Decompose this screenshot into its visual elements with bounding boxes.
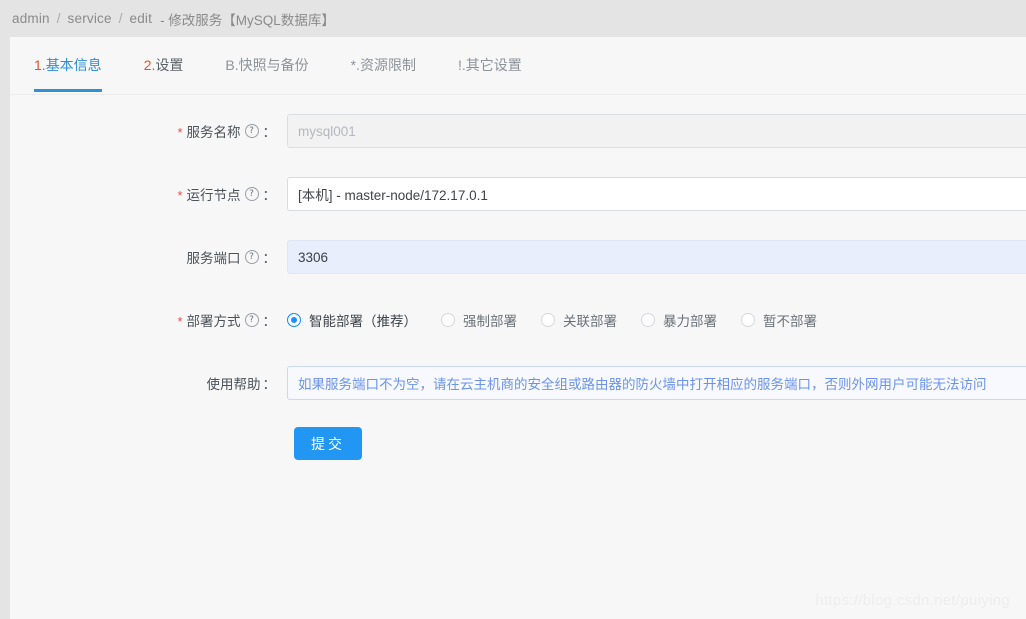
label-text: 服务名称 [186, 125, 241, 140]
radio-dot-icon [541, 313, 555, 327]
tab-bar: 1.基本信息 2.设置 B.快照与备份 *.资源限制 !.其它设置 [10, 55, 1026, 95]
label-colon: ： [262, 188, 277, 203]
submit-spacer [10, 427, 294, 460]
service-port-value: 3306 [298, 249, 329, 265]
help-circle-icon[interactable]: ? [244, 124, 259, 138]
radio-associated-deploy[interactable]: 关联部署 [541, 310, 617, 330]
tab-resource-limit[interactable]: *.资源限制 [351, 55, 416, 91]
tab-label: 快照与备份 [238, 57, 309, 73]
usage-help-box: 如果服务端口不为空，请在云主机商的安全组或路由器的防火墙中打开相应的服务端口，否… [287, 366, 1026, 400]
submit-button[interactable]: 提交 [294, 427, 362, 460]
radio-dot-icon [641, 313, 655, 327]
breadcrumb-current-title: - 修改服务【MySQL数据库】 [160, 12, 335, 28]
breadcrumb-separator: / [118, 11, 123, 26]
radio-no-deploy[interactable]: 暂不部署 [741, 310, 817, 330]
submit-row: 提交 [10, 427, 1026, 460]
breadcrumb-item-admin[interactable]: admin [12, 11, 50, 26]
radio-dot-icon [287, 313, 301, 327]
content-card: 1.基本信息 2.设置 B.快照与备份 *.资源限制 !.其它设置 * 服务名称… [10, 37, 1026, 619]
label-deploy-mode: * 部署方式 ? ： [10, 310, 287, 330]
tab-prefix: *. [350, 57, 360, 73]
form-row-service-name: * 服务名称 ? ： mysql001 [10, 114, 1026, 148]
run-node-value: [本机] - master-node/172.17.0.1 [298, 188, 488, 203]
label-colon: ： [262, 251, 277, 266]
label-usage-help: 使用帮助 ： [10, 373, 287, 393]
tab-snapshot-backup[interactable]: B.快照与备份 [225, 55, 308, 91]
required-asterisk: * [177, 313, 183, 329]
required-asterisk: * [177, 124, 183, 140]
label-colon: ： [262, 377, 277, 392]
tab-prefix: !. [457, 57, 466, 73]
label-text: 运行节点 [186, 188, 241, 203]
tab-settings[interactable]: 2.设置 [144, 55, 184, 91]
radio-label: 暂不部署 [763, 314, 817, 329]
breadcrumb: admin / service / edit - 修改服务【MySQL数据库】 [0, 0, 1026, 37]
service-name-input[interactable]: mysql001 [287, 114, 1026, 148]
deploy-mode-radio-group: 智能部署（推荐） 强制部署 关联部署 暴力部署 暂不部署 [287, 303, 1026, 337]
radio-label: 暴力部署 [663, 314, 717, 329]
label-text: 部署方式 [186, 314, 241, 329]
radio-label: 智能部署（推荐） [309, 314, 417, 329]
breadcrumb-separator: / [56, 11, 61, 26]
required-asterisk: * [177, 187, 183, 203]
tab-label: 设置 [155, 57, 184, 73]
run-node-input[interactable]: [本机] - master-node/172.17.0.1 [287, 177, 1026, 211]
form-row-run-node: * 运行节点 ? ： [本机] - master-node/172.17.0.1 [10, 177, 1026, 211]
tab-label: 资源限制 [359, 57, 416, 73]
form-row-deploy-mode: * 部署方式 ? ： 智能部署（推荐） 强制部署 关联部署 暴力部署 暂不部署 [10, 303, 1026, 337]
radio-label: 关联部署 [563, 314, 617, 329]
breadcrumb-item-service[interactable]: service [68, 11, 112, 26]
usage-help-text: 如果服务端口不为空，请在云主机商的安全组或路由器的防火墙中打开相应的服务端口，否… [298, 377, 987, 392]
radio-smart-deploy[interactable]: 智能部署（推荐） [287, 310, 417, 330]
form-row-service-port: 服务端口 ? ： 3306 [10, 240, 1026, 274]
radio-label: 强制部署 [463, 314, 517, 329]
radio-force-deploy[interactable]: 强制部署 [441, 310, 517, 330]
tab-prefix: 1. [34, 57, 46, 73]
radio-brute-deploy[interactable]: 暴力部署 [641, 310, 717, 330]
label-service-name: * 服务名称 ? ： [10, 121, 287, 141]
breadcrumb-item-edit[interactable]: edit [129, 11, 152, 26]
radio-dot-icon [441, 313, 455, 327]
label-text: 服务端口 [186, 251, 241, 266]
tab-basic-info[interactable]: 1.基本信息 [34, 55, 102, 92]
label-colon: ： [262, 125, 277, 140]
tab-label: 其它设置 [465, 57, 522, 73]
service-name-value: mysql001 [298, 123, 356, 139]
label-run-node: * 运行节点 ? ： [10, 184, 287, 204]
tab-label: 基本信息 [45, 57, 102, 73]
label-service-port: 服务端口 ? ： [10, 247, 287, 267]
help-circle-icon[interactable]: ? [244, 313, 259, 327]
label-text: 使用帮助 [206, 377, 261, 392]
help-circle-icon[interactable]: ? [244, 250, 259, 264]
label-colon: ： [262, 314, 277, 329]
tab-prefix: 2. [143, 57, 156, 73]
radio-dot-icon [741, 313, 755, 327]
edit-service-form: * 服务名称 ? ： mysql001 * 运行节点 ? ： [本机] - ma… [10, 95, 1026, 460]
tab-other-settings[interactable]: !.其它设置 [458, 55, 522, 91]
service-port-input[interactable]: 3306 [287, 240, 1026, 274]
tab-prefix: B. [225, 57, 239, 73]
help-circle-icon[interactable]: ? [244, 187, 259, 201]
form-row-usage-help: 使用帮助 ： 如果服务端口不为空，请在云主机商的安全组或路由器的防火墙中打开相应… [10, 366, 1026, 400]
watermark: https://blog.csdn.net/puiying [815, 592, 1010, 609]
